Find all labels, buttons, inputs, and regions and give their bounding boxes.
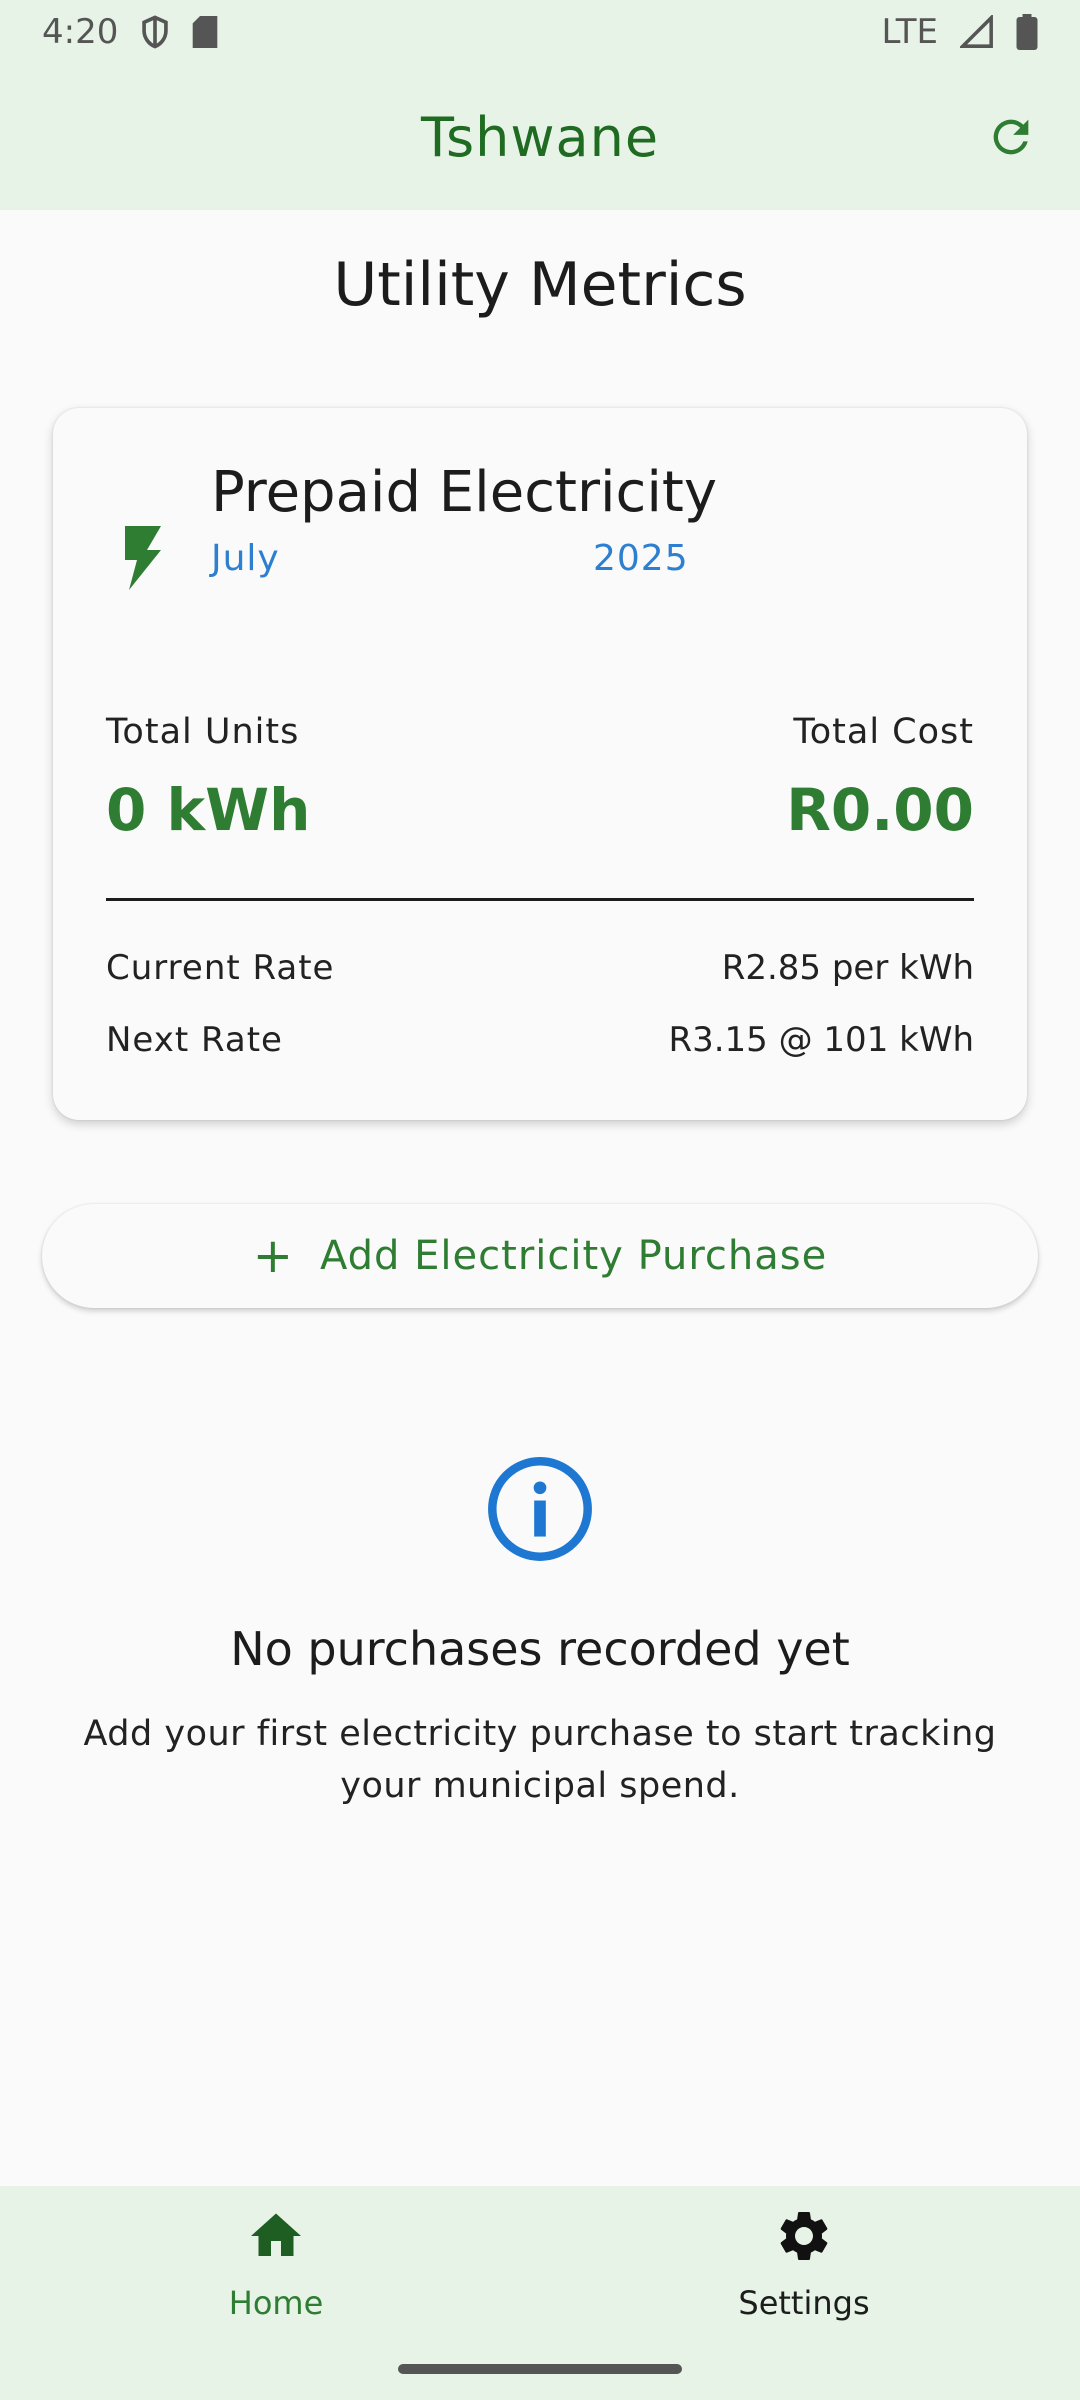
plus-icon: + [252,1228,294,1284]
gear-icon [780,2212,828,2260]
refresh-button[interactable] [978,104,1044,170]
status-time: 4:20 [42,12,119,52]
network-type: LTE [881,12,938,52]
page-title: Utility Metrics [333,250,747,320]
app-title: Tshwane [420,105,660,169]
info-icon [488,1457,592,1561]
refresh-icon [993,119,1029,155]
card-divider [106,898,974,901]
sd-card-icon [193,16,218,48]
home-icon [251,2213,301,2256]
total-cost-label: Total Cost [793,712,974,752]
status-left: 4:20 [42,12,218,52]
next-rate-value: R3.15 @ 101 kWh [668,1020,974,1060]
empty-state-text: Add your first electricity purchase to s… [83,1714,997,1806]
app-bar: Tshwane [0,64,1080,210]
empty-state-title: No purchases recorded yet [230,1622,850,1676]
current-rate-label: Current Rate [106,948,335,988]
add-electricity-purchase-button[interactable]: + Add Electricity Purchase [42,1204,1038,1308]
card-year: 2025 [593,538,689,579]
next-rate-label: Next Rate [106,1020,283,1060]
total-units-value: 0 kWh [106,776,311,844]
total-units-label: Total Units [106,712,300,752]
status-bar: 4:20 LTE [0,0,1080,64]
nav-label-settings: Settings [738,2284,870,2322]
battery-icon [1016,14,1038,50]
total-cost-value: R0.00 [786,776,974,844]
nav-item-settings[interactable]: Settings [654,2206,954,2322]
electricity-card: Prepaid Electricity July 2025 Total Unit… [53,408,1027,1120]
card-month: July [211,538,280,579]
signal-icon [960,15,993,48]
current-rate-value: R2.85 per kWh [721,948,974,988]
bolt-icon [125,526,161,590]
shield-icon [142,15,169,49]
status-right: LTE [881,12,1038,52]
screen: 4:20 LTE Tshwane Utility Metrics Prepaid… [0,0,1080,2400]
nav-label-home: Home [228,2284,324,2322]
add-button-label: Add Electricity Purchase [320,1233,828,1279]
home-indicator[interactable] [398,2364,682,2374]
nav-item-home[interactable]: Home [126,2206,426,2322]
card-title: Prepaid Electricity [211,460,717,525]
